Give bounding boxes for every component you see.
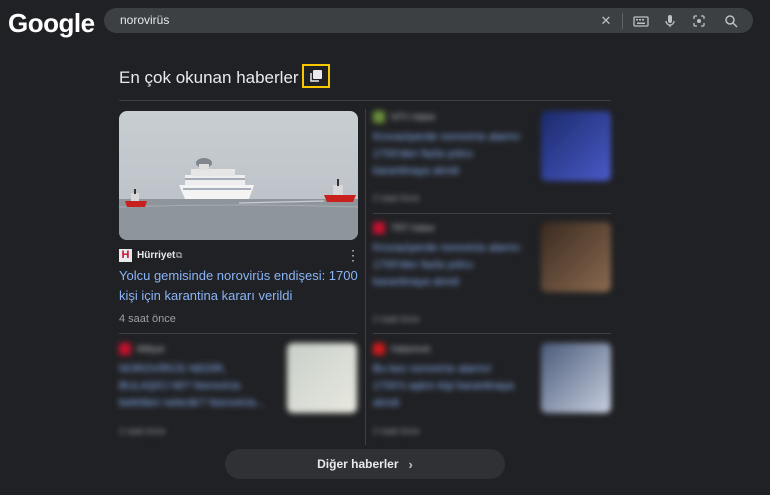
story-thumbnail[interactable]: [287, 343, 357, 413]
more-news-label: Diğer haberler: [317, 457, 399, 471]
source-logo: [373, 343, 385, 355]
source-name: NTV Haber: [391, 112, 437, 122]
source-logo: [373, 222, 385, 234]
row-divider: [119, 333, 357, 334]
hurriyet-logo: H: [119, 249, 132, 262]
search-icon[interactable]: [723, 13, 739, 29]
source-logo: [119, 343, 131, 355]
source-name[interactable]: Hürriyet: [137, 250, 175, 261]
story-time: 2 saat önce: [373, 193, 420, 203]
source-name: TRT Haber: [391, 223, 436, 233]
stack-icon[interactable]: ⧉: [176, 250, 182, 261]
story-headline[interactable]: Bu kez norovirüs alarmı! 1700'ü aşkın ki…: [373, 361, 523, 412]
story-headline[interactable]: Kruvaziyerde norovirüs alarmı: 1700'den …: [373, 129, 523, 180]
story-thumbnail[interactable]: [541, 222, 611, 292]
lens-icon[interactable]: [691, 13, 707, 29]
list-item[interactable]: TRT Haber Kruvaziyerde norovirüs alarmı:…: [373, 222, 613, 327]
section-title: En çok okunan haberler: [119, 68, 299, 87]
source-name: Haberturk: [391, 344, 431, 354]
search-input[interactable]: norovirüs: [120, 13, 169, 27]
story-headline[interactable]: Kruvaziyerde norovirüs alarmı: 1700'den …: [373, 240, 523, 291]
cruise-ship-image[interactable]: [119, 111, 358, 240]
story-headline[interactable]: Yolcu gemisinde norovirüs endişesi: 1700…: [119, 266, 359, 306]
section-divider: [119, 100, 611, 101]
story-thumbnail[interactable]: [541, 343, 611, 413]
story-headline[interactable]: NOROVİRÜS NEDİR, BULAŞICI MI? Norovirüs …: [119, 361, 274, 412]
story-time: 4 saat önce: [119, 313, 176, 325]
story-time: 2 saat önce: [119, 426, 166, 436]
story-thumbnail[interactable]: [541, 111, 611, 181]
row-divider: [373, 213, 611, 214]
list-item[interactable]: Milliyet NOROVİRÜS NEDİR, BULAŞICI MI? N…: [119, 343, 359, 438]
microphone-icon[interactable]: [662, 13, 678, 29]
story-time: 2 saat önce: [373, 314, 420, 324]
list-item[interactable]: NTV Haber Kruvaziyerde norovirüs alarmı:…: [373, 111, 613, 211]
more-news-button[interactable]: Diğer haberler ›: [225, 449, 505, 479]
search-bar[interactable]: norovirüs ✕: [104, 8, 753, 33]
column-divider: [365, 109, 366, 445]
search-divider: [622, 13, 623, 29]
stack-icon[interactable]: [302, 64, 330, 88]
source-name: Milliyet: [137, 344, 165, 354]
story-time: 2 saat önce: [373, 426, 420, 436]
row-divider: [373, 333, 611, 334]
close-icon[interactable]: ✕: [598, 13, 614, 29]
more-options-icon[interactable]: ⋮: [346, 248, 360, 262]
google-logo[interactable]: Google: [8, 8, 95, 39]
chevron-right-icon: ›: [408, 456, 413, 472]
keyboard-icon[interactable]: [633, 13, 649, 29]
source-logo: [373, 111, 385, 123]
list-item[interactable]: Haberturk Bu kez norovirüs alarmı! 1700'…: [373, 343, 613, 438]
